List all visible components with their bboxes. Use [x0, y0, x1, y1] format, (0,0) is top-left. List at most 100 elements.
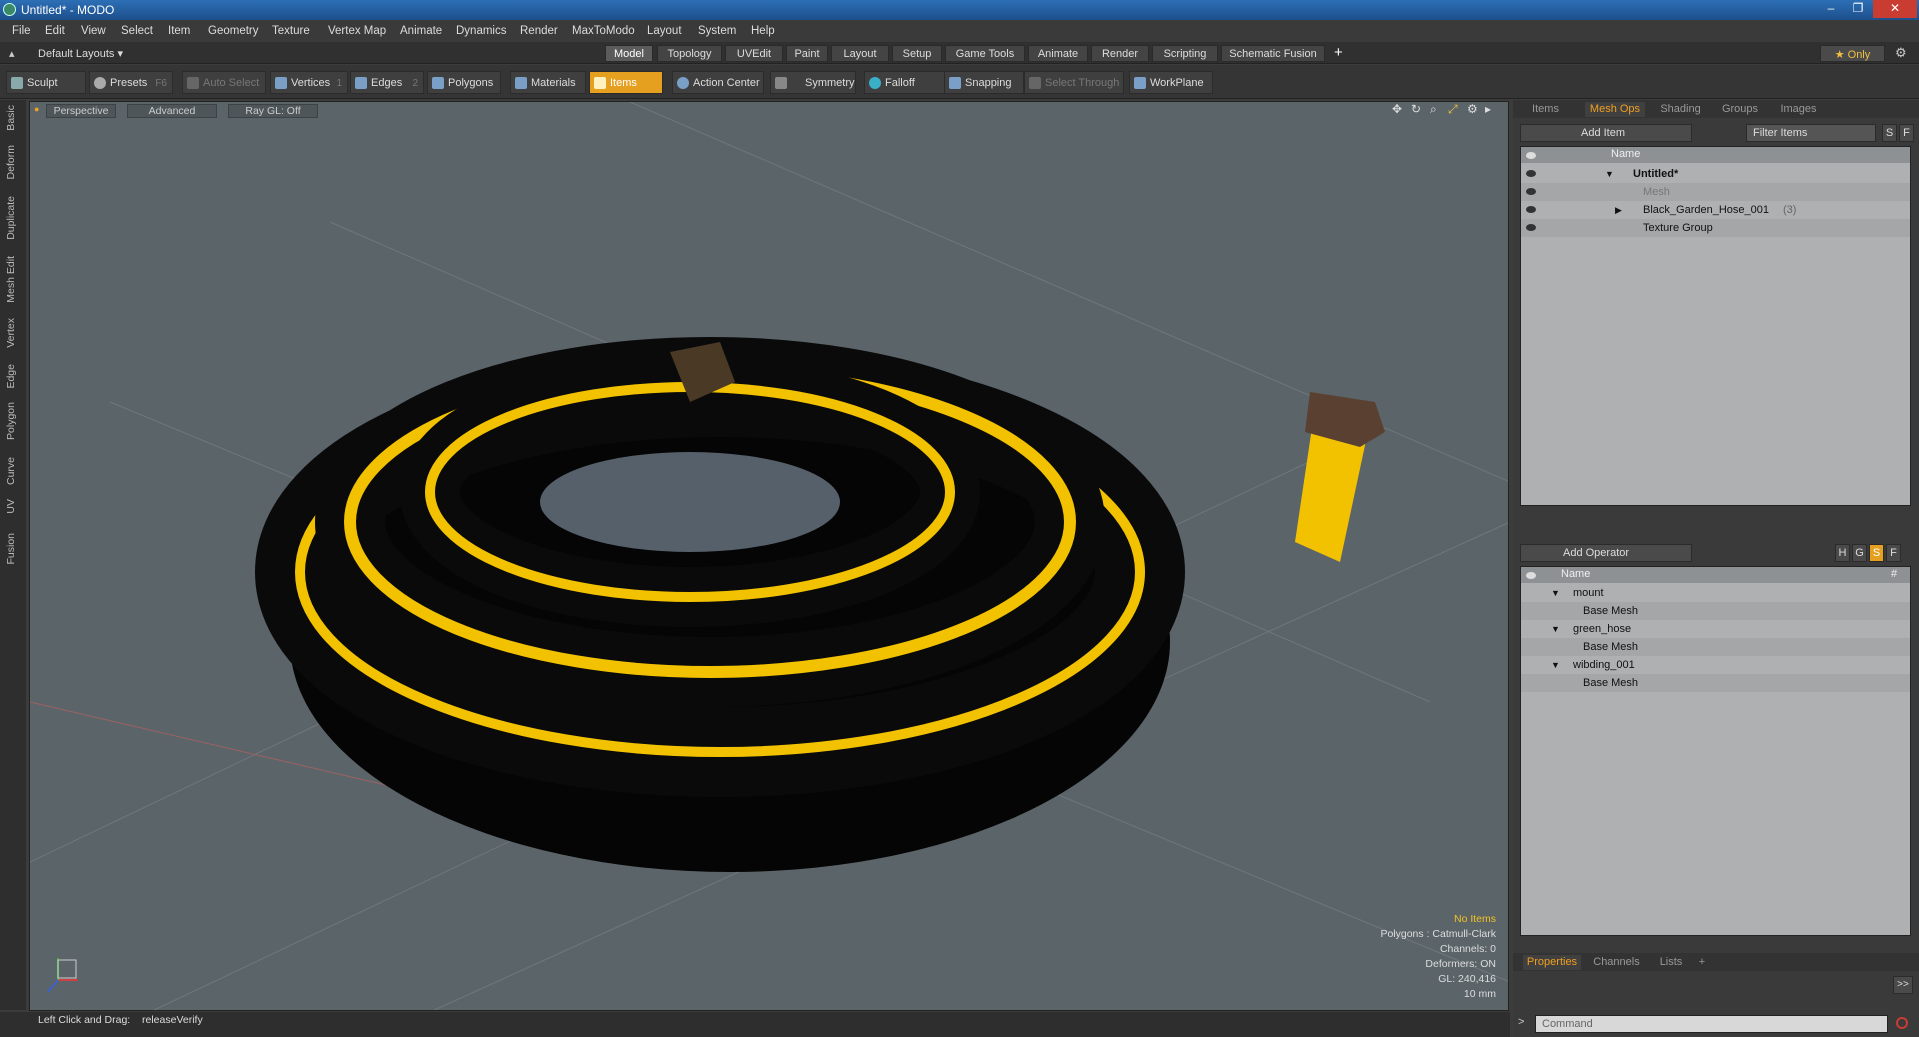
vertices-button[interactable]: Vertices 1 — [270, 71, 348, 94]
auto-select-button[interactable]: Auto Select — [182, 71, 266, 94]
rotate-view-icon[interactable]: ↻ — [1411, 102, 1421, 116]
add-item-dropdown[interactable]: Add Item — [1520, 124, 1692, 142]
gear-icon[interactable]: ⚙ — [1895, 45, 1907, 61]
viewport-menu-icon[interactable]: ● — [34, 104, 39, 114]
collapse-icon[interactable]: ▼ — [1551, 584, 1560, 602]
collapse-icon[interactable]: ▼ — [1605, 165, 1614, 183]
operator-row-green-hose[interactable]: ▼ green_hose — [1521, 620, 1910, 638]
viewport-expand-icon[interactable]: ▸ — [1485, 102, 1491, 116]
tab-game-tools[interactable]: Game Tools — [945, 45, 1025, 62]
3d-viewport[interactable]: ● Perspective Advanced Ray GL: Off ✥ ↻ ⌕… — [29, 101, 1509, 1011]
falloff-button[interactable]: Falloff — [864, 71, 948, 94]
tab-layout[interactable]: Layout — [831, 45, 889, 62]
vtab-uv[interactable]: UV — [5, 499, 17, 514]
presets-button[interactable]: Presets F6 — [89, 71, 173, 94]
vtab-fusion[interactable]: Fusion — [5, 533, 17, 565]
vtab-deform[interactable]: Deform — [5, 145, 17, 179]
menu-help[interactable]: Help — [751, 25, 775, 37]
menu-dynamics[interactable]: Dynamics — [456, 25, 506, 37]
filter-f-button[interactable]: F — [1899, 124, 1914, 142]
tab-render[interactable]: Render — [1091, 45, 1149, 62]
viewport-settings-icon[interactable]: ⚙ — [1467, 102, 1478, 116]
tab-animate[interactable]: Animate — [1028, 45, 1088, 62]
tab-mesh-ops[interactable]: Mesh Ops — [1585, 102, 1645, 117]
stop-icon[interactable] — [1896, 1017, 1908, 1029]
menu-layout[interactable]: Layout — [647, 25, 682, 37]
menu-system[interactable]: System — [698, 25, 736, 37]
fit-view-icon[interactable]: ⤢ — [1448, 102, 1458, 117]
vtab-polygon[interactable]: Polygon — [5, 402, 17, 440]
edges-button[interactable]: Edges 2 — [350, 71, 424, 94]
tab-shading[interactable]: Shading — [1653, 102, 1708, 117]
only-toggle[interactable]: ★ Only — [1820, 45, 1885, 62]
tab-uvedit[interactable]: UVEdit — [725, 45, 783, 62]
op-g-button[interactable]: G — [1852, 544, 1867, 562]
tab-paint[interactable]: Paint — [786, 45, 828, 62]
vtab-basic[interactable]: Basic — [5, 105, 17, 131]
sculpt-button[interactable]: Sculpt — [6, 71, 86, 94]
menu-view[interactable]: View — [81, 25, 106, 37]
op-f-button[interactable]: F — [1886, 544, 1901, 562]
tab-setup[interactable]: Setup — [892, 45, 942, 62]
menu-item[interactable]: Item — [168, 25, 190, 37]
operator-row-wibding[interactable]: ▼ wibding_001 — [1521, 656, 1910, 674]
add-operator-dropdown[interactable]: Add Operator — [1520, 544, 1692, 562]
eye-icon[interactable] — [1526, 170, 1536, 177]
menu-select[interactable]: Select — [121, 25, 153, 37]
maximize-button[interactable]: ❐ — [1845, 0, 1871, 18]
menu-texture[interactable]: Texture — [272, 25, 310, 37]
tab-items[interactable]: Items — [1523, 102, 1568, 117]
tab-channels[interactable]: Channels — [1589, 955, 1644, 970]
operator-row-base-mesh[interactable]: Base Mesh — [1521, 674, 1910, 692]
shading-dropdown[interactable]: Advanced — [127, 104, 217, 118]
collapse-icon[interactable]: ▼ — [1551, 620, 1560, 638]
item-row-hose-group[interactable]: ▶ Black_Garden_Hose_001 (3) — [1521, 201, 1910, 219]
collapse-icon[interactable]: ▼ — [1551, 656, 1560, 674]
expand-properties-button[interactable]: >> — [1893, 976, 1913, 994]
item-row-mesh[interactable]: Mesh — [1521, 183, 1910, 201]
tab-images[interactable]: Images — [1771, 102, 1826, 117]
menu-file[interactable]: File — [12, 25, 31, 37]
expand-icon[interactable]: ▶ — [1615, 201, 1622, 219]
action-center-button[interactable]: Action Center — [672, 71, 764, 94]
menu-edit[interactable]: Edit — [45, 25, 65, 37]
snapping-button[interactable]: Snapping — [944, 71, 1024, 94]
tab-topology[interactable]: Topology — [657, 45, 722, 62]
item-row-texture-group[interactable]: Texture Group — [1521, 219, 1910, 237]
filter-s-button[interactable]: S — [1882, 124, 1897, 142]
command-input[interactable]: Command — [1535, 1015, 1888, 1033]
menu-render[interactable]: Render — [520, 25, 558, 37]
vtab-duplicate[interactable]: Duplicate — [5, 196, 17, 240]
tab-model[interactable]: Model — [605, 45, 653, 62]
select-through-button[interactable]: Select Through — [1024, 71, 1124, 94]
view-mode-dropdown[interactable]: Perspective — [46, 104, 116, 118]
close-button[interactable]: ✕ — [1873, 0, 1917, 18]
vtab-edge[interactable]: Edge — [5, 364, 17, 389]
eye-icon[interactable] — [1526, 224, 1536, 231]
item-row-scene[interactable]: ▼ Untitled* — [1521, 165, 1910, 183]
menu-maxtomodo[interactable]: MaxToModo — [572, 25, 635, 37]
operator-row-mount[interactable]: ▼ mount — [1521, 584, 1910, 602]
symmetry-button[interactable]: Symmetry — [770, 71, 856, 94]
raygl-toggle[interactable]: Ray GL: Off — [228, 104, 318, 118]
tab-scripting[interactable]: Scripting — [1152, 45, 1218, 62]
items-button[interactable]: Items — [589, 71, 663, 94]
vtab-mesh-edit[interactable]: Mesh Edit — [5, 256, 17, 303]
layout-up-icon[interactable]: ▴ — [9, 47, 15, 60]
polygons-button[interactable]: Polygons — [427, 71, 501, 94]
default-layouts-dropdown[interactable]: Default Layouts ▾ — [38, 47, 123, 60]
add-panel-tab-button[interactable]: + — [1695, 955, 1709, 970]
tab-schematic-fusion[interactable]: Schematic Fusion — [1221, 45, 1325, 62]
menu-animate[interactable]: Animate — [400, 25, 442, 37]
op-s-button[interactable]: S — [1869, 544, 1884, 562]
add-tab-button[interactable]: + — [1334, 44, 1343, 61]
materials-button[interactable]: Materials — [510, 71, 586, 94]
vtab-vertex[interactable]: Vertex — [5, 318, 17, 348]
workplane-button[interactable]: WorkPlane — [1129, 71, 1213, 94]
tab-lists[interactable]: Lists — [1651, 955, 1691, 970]
menu-vertex-map[interactable]: Vertex Map — [328, 25, 386, 37]
operator-row-base-mesh[interactable]: Base Mesh — [1521, 602, 1910, 620]
minimize-button[interactable]: – — [1818, 0, 1844, 18]
menu-geometry[interactable]: Geometry — [208, 25, 259, 37]
operator-row-base-mesh[interactable]: Base Mesh — [1521, 638, 1910, 656]
